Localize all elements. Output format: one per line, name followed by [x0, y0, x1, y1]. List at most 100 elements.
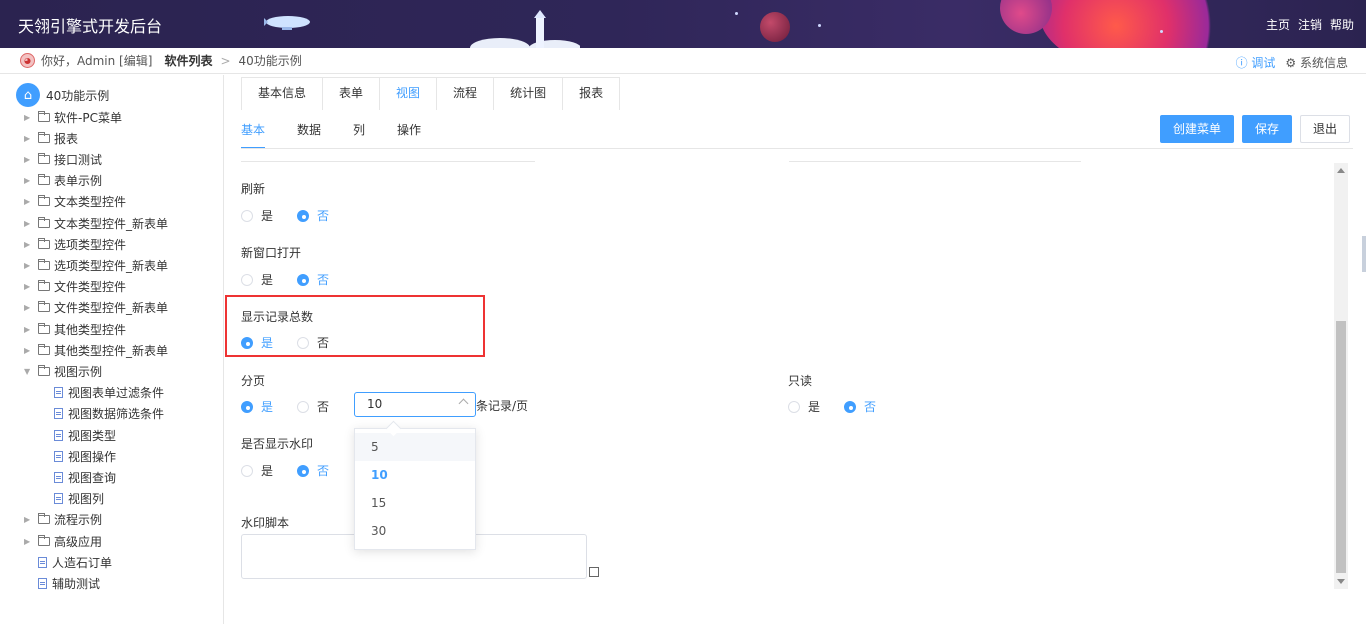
sidebar-item-label: 人造石订单 — [52, 555, 113, 570]
tab-view[interactable]: 视图 — [380, 78, 438, 110]
sidebar-item[interactable]: 人造石订单 — [38, 553, 112, 571]
folder-icon — [38, 322, 50, 334]
caret-right-icon[interactable]: ▶ — [24, 261, 34, 270]
sidebar-item[interactable]: 视图操作 — [54, 447, 116, 465]
sidebar-item[interactable]: ▶ 其他类型控件 — [24, 320, 126, 338]
caret-right-icon[interactable]: ▶ — [24, 325, 34, 334]
sidebar-item[interactable]: 视图类型 — [54, 426, 116, 444]
folder-icon — [38, 174, 50, 186]
edit-icon[interactable] — [589, 567, 599, 577]
vertical-scrollbar[interactable] — [1334, 163, 1348, 589]
watermark-no-radio[interactable]: 否 — [297, 462, 329, 479]
tab-basic-info[interactable]: 基本信息 — [242, 78, 324, 110]
caret-right-icon[interactable]: ▶ — [24, 537, 34, 546]
sidebar-item[interactable]: 视图查询 — [54, 468, 116, 486]
tree-root[interactable]: ⌂ 40功能示例 — [16, 83, 109, 107]
sidebar-item[interactable]: ▼ 视图示例 — [24, 362, 102, 380]
sidebar-item[interactable]: ▶ 接口测试 — [24, 150, 102, 168]
folder-icon — [38, 258, 50, 270]
sidebar-item[interactable]: ▶ 选项类型控件 — [24, 235, 126, 253]
watermark-yes-radio[interactable]: 是 — [241, 462, 273, 479]
breadcrumb-software-list[interactable]: 软件列表 — [164, 52, 212, 69]
caret-right-icon[interactable]: ▶ — [24, 515, 34, 524]
side-handle[interactable] — [1362, 236, 1366, 272]
folder-icon — [38, 131, 50, 143]
sidebar-item[interactable]: ▶ 文本类型控件 — [24, 193, 126, 211]
page-size-suffix: 条记录/页 — [476, 399, 529, 413]
caret-right-icon[interactable]: ▶ — [24, 113, 34, 122]
page-size-option-10[interactable]: 10 — [355, 461, 475, 489]
new-window-no-radio[interactable]: 否 — [297, 271, 329, 288]
paging-no-radio[interactable]: 否 — [297, 398, 329, 415]
caret-right-icon[interactable]: ▶ — [24, 134, 34, 143]
caret-right-icon[interactable]: ▶ — [24, 197, 34, 206]
scroll-thumb[interactable] — [1336, 321, 1346, 573]
caret-right-icon[interactable]: ▶ — [24, 282, 34, 291]
caret-right-icon[interactable]: ▶ — [24, 219, 34, 228]
save-button[interactable]: 保存 — [1241, 115, 1292, 143]
create-menu-button[interactable]: 创建菜单 — [1159, 115, 1234, 143]
sidebar-item[interactable]: 视图数据筛选条件 — [54, 405, 164, 423]
nav-home[interactable]: 主页 — [1266, 16, 1290, 33]
sidebar-item[interactable]: ▶ 其他类型控件_新表单 — [24, 341, 168, 359]
subtab-actions[interactable]: 操作 — [397, 121, 421, 149]
page-size-option-15[interactable]: 15 — [355, 489, 475, 517]
sidebar-item[interactable]: ▶ 流程示例 — [24, 511, 102, 529]
sidebar-item[interactable]: ▶ 文件类型控件 — [24, 278, 126, 296]
tab-chart[interactable]: 统计图 — [494, 78, 564, 110]
folder-icon — [38, 343, 50, 355]
sidebar-item[interactable]: ▶ 表单示例 — [24, 172, 102, 190]
nav-logout[interactable]: 注销 — [1298, 16, 1322, 33]
sidebar-item-label: 选项类型控件_新表单 — [54, 258, 169, 273]
show-total-no-radio[interactable]: 否 — [297, 334, 329, 351]
page-size-option-30[interactable]: 30 — [355, 517, 475, 545]
subtab-basic[interactable]: 基本 — [241, 121, 266, 149]
caret-right-icon[interactable]: ▶ — [24, 155, 34, 164]
debug-link[interactable]: ⓘ 调试 — [1236, 54, 1276, 71]
system-info-link[interactable]: ⚙ 系统信息 — [1285, 54, 1348, 71]
show-total-radio-group: 是 否 — [241, 334, 353, 351]
page-size-select[interactable]: 10 — [354, 392, 476, 417]
tab-report[interactable]: 报表 — [563, 78, 619, 110]
sidebar-item[interactable]: ▶ 软件-PC菜单 — [24, 108, 122, 126]
readonly-yes-radio[interactable]: 是 — [788, 398, 820, 415]
show-total-yes-radio[interactable]: 是 — [241, 334, 273, 351]
sidebar-item-label: 视图类型 — [68, 428, 117, 443]
caret-down-icon[interactable]: ▼ — [24, 367, 34, 376]
subtab-columns[interactable]: 列 — [353, 121, 365, 149]
scroll-up-icon[interactable] — [1337, 168, 1345, 173]
divider — [789, 161, 1081, 162]
avatar[interactable]: ◕ — [20, 53, 35, 68]
paging-yes-radio[interactable]: 是 — [241, 398, 273, 415]
sidebar-item[interactable]: ▶ 文本类型控件_新表单 — [24, 214, 168, 232]
sidebar-item-label: 文件类型控件_新表单 — [54, 301, 169, 316]
tab-form[interactable]: 表单 — [323, 78, 381, 110]
caret-right-icon[interactable]: ▶ — [24, 176, 34, 185]
subtab-divider — [241, 148, 1353, 149]
sidebar-item[interactable]: ▶ 文件类型控件_新表单 — [24, 299, 168, 317]
caret-right-icon[interactable]: ▶ — [24, 346, 34, 355]
new-window-yes-radio[interactable]: 是 — [241, 271, 273, 288]
sidebar-item[interactable]: ▶ 报表 — [24, 129, 78, 147]
sidebar-item[interactable]: 视图列 — [54, 490, 104, 508]
caret-right-icon[interactable]: ▶ — [24, 303, 34, 312]
watermark-label: 是否显示水印 — [241, 437, 314, 451]
refresh-yes-radio[interactable]: 是 — [241, 207, 273, 224]
exit-button[interactable]: 退出 — [1299, 115, 1350, 143]
sidebar-item[interactable]: 视图表单过滤条件 — [54, 384, 164, 402]
greeting-text[interactable]: 你好，Admin [编辑] — [41, 52, 152, 69]
subtab-data[interactable]: 数据 — [297, 121, 321, 149]
readonly-no-radio[interactable]: 否 — [844, 398, 876, 415]
caret-right-icon[interactable]: ▶ — [24, 240, 34, 249]
nav-help[interactable]: 帮助 — [1330, 16, 1354, 33]
sidebar-item-label: 视图数据筛选条件 — [68, 407, 165, 422]
sidebar-item[interactable]: ▶ 高级应用 — [24, 532, 102, 550]
refresh-no-radio[interactable]: 否 — [297, 207, 329, 224]
sidebar-item[interactable]: 辅助测试 — [38, 574, 100, 592]
show-total-label: 显示记录总数 — [241, 310, 314, 324]
sidebar-item-label: 报表 — [54, 131, 79, 146]
sidebar-item[interactable]: ▶ 选项类型控件_新表单 — [24, 256, 168, 274]
scroll-down-icon[interactable] — [1337, 579, 1345, 584]
tab-flow[interactable]: 流程 — [437, 78, 495, 110]
page-size-option-5[interactable]: 5 — [355, 433, 475, 461]
